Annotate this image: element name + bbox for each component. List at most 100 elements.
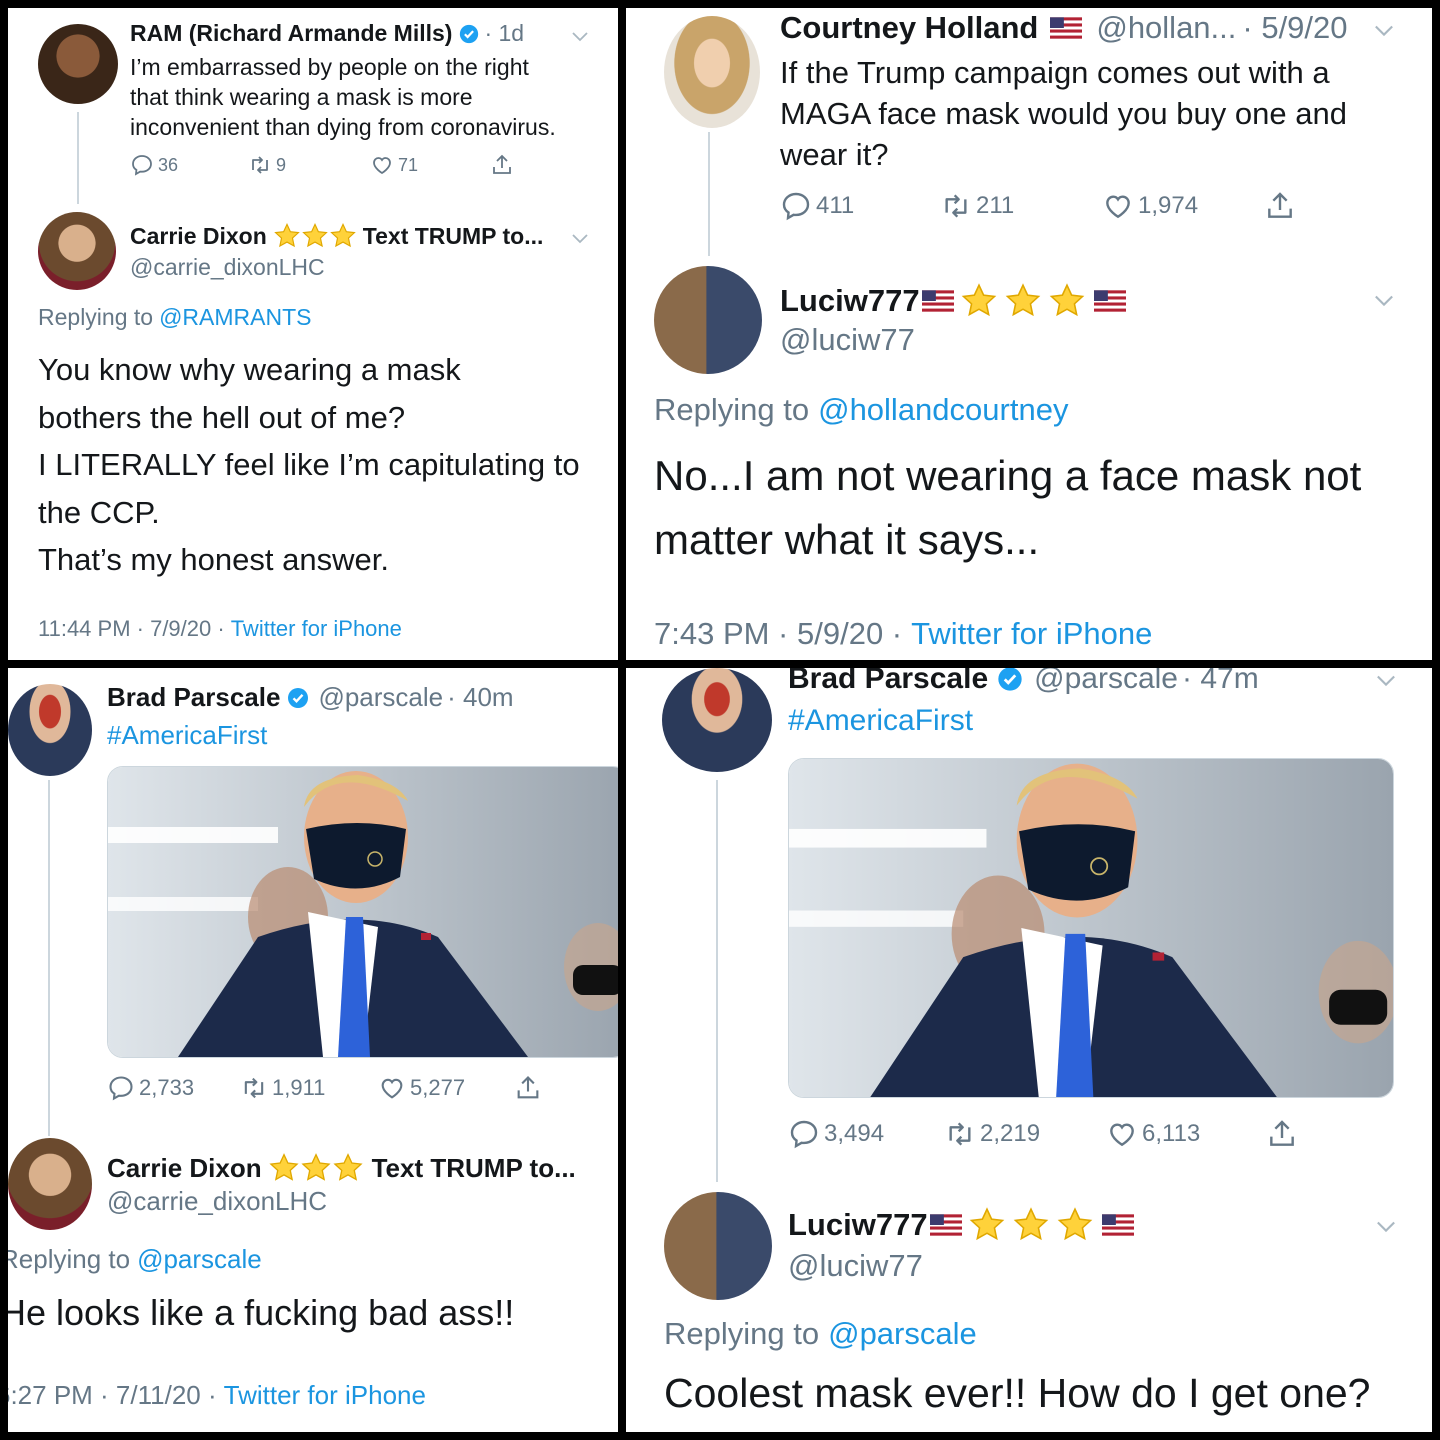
reply-action[interactable]: 3,494 <box>788 1118 884 1150</box>
author-handle[interactable]: @parscale <box>1034 668 1178 696</box>
tweet-time[interactable]: · 40m <box>447 682 513 713</box>
star-icon <box>960 282 998 320</box>
tweet-time[interactable]: · 5/9/20 <box>1242 10 1347 46</box>
reply-author-name[interactable]: Carrie Dixon <box>107 1153 262 1184</box>
reply-header: Luciw777 <box>788 1206 1134 1244</box>
tweet-header: Brad Parscale @parscale · 47m <box>788 668 1259 696</box>
tweet-photo[interactable] <box>788 758 1394 1098</box>
reply-author-name[interactable]: Luciw777 <box>788 1207 928 1243</box>
avatar-carrie[interactable] <box>8 1138 92 1230</box>
thread-line <box>716 780 718 1182</box>
share-icon <box>1264 190 1296 222</box>
author-name[interactable]: Courtney Holland <box>780 10 1038 46</box>
like-icon <box>378 1074 406 1102</box>
like-count: 1,974 <box>1138 192 1199 219</box>
chevron-down-icon[interactable] <box>1370 16 1398 44</box>
reply-source[interactable]: Twitter for iPhone <box>231 616 402 642</box>
replying-to-link[interactable]: @parscale <box>137 1244 262 1275</box>
hashtag-link[interactable]: #AmericaFirst <box>788 704 973 738</box>
reply-handle[interactable]: @carrie_dixonLHC <box>107 1186 327 1217</box>
avatar-courtney[interactable] <box>664 16 760 128</box>
star-icons <box>968 1206 1094 1244</box>
like-icon <box>1102 190 1134 222</box>
chevron-down-icon[interactable] <box>1372 1212 1400 1240</box>
panel-ram-carrie: RAM (Richard Armande Mills) · 1d I’m emb… <box>8 8 618 660</box>
author-name[interactable]: RAM (Richard Armande Mills) <box>130 20 452 47</box>
reply-count: 2,733 <box>139 1075 195 1100</box>
star-icons <box>273 222 357 250</box>
avatar-parscale[interactable] <box>8 684 92 776</box>
avatar-ram[interactable] <box>38 24 118 104</box>
avatar-parscale[interactable] <box>662 668 772 772</box>
tweet-time[interactable]: · 47m <box>1182 668 1259 696</box>
reply-action[interactable]: 411 <box>780 190 854 222</box>
thread-line <box>48 780 50 1136</box>
like-count: 5,277 <box>410 1075 466 1100</box>
reply-count: 3,494 <box>824 1120 885 1147</box>
retweet-action[interactable]: 9 <box>248 153 286 177</box>
reply-author-name[interactable]: Luciw777 <box>780 283 920 319</box>
replying-to-link[interactable]: @hollandcourtney <box>818 392 1068 428</box>
star-icon <box>1012 1206 1050 1244</box>
reply-action[interactable]: 2,733 <box>107 1074 194 1102</box>
like-action[interactable]: 6,113 <box>1106 1118 1200 1150</box>
chevron-down-icon[interactable] <box>1372 668 1400 694</box>
author-name[interactable]: Brad Parscale <box>788 668 988 696</box>
replying-to: Replying to @RAMRANTS <box>38 304 312 331</box>
like-action[interactable]: 5,277 <box>378 1074 465 1102</box>
tweet-time[interactable]: · 1d <box>484 20 524 47</box>
reply-source[interactable]: Twitter for iPhone <box>224 1380 426 1411</box>
replying-to-link[interactable]: @parscale <box>828 1316 977 1352</box>
reply-action[interactable]: 36 <box>130 153 178 177</box>
reply-handle[interactable]: @luciw77 <box>788 1248 923 1284</box>
replying-to-link[interactable]: @RAMRANTS <box>159 304 311 331</box>
chevron-down-icon[interactable] <box>1370 286 1398 314</box>
reply-text: No...I am not wearing a face mask not ma… <box>654 452 1362 563</box>
photo-trump-mask <box>789 759 1393 1097</box>
reply-handle[interactable]: @carrie_dixonLHC <box>130 254 325 281</box>
chevron-down-icon[interactable] <box>568 24 592 48</box>
reply-header: Carrie Dixon Text TRUMP to... <box>130 222 543 250</box>
retweet-count: 2,219 <box>980 1120 1041 1147</box>
hashtag-link[interactable]: #AmericaFirst <box>107 720 267 751</box>
reply-author-suffix: Text TRUMP to... <box>371 1152 576 1183</box>
author-handle[interactable]: @hollan... <box>1096 10 1236 46</box>
thread-line <box>708 132 710 256</box>
share-action[interactable] <box>1264 190 1300 222</box>
share-action[interactable] <box>1266 1118 1302 1150</box>
us-flag-icon <box>1102 1214 1134 1236</box>
retweet-icon <box>940 190 972 222</box>
reply-text: You know why wearing a mask bothers the … <box>38 352 580 577</box>
reply-meta: 11:44 PM · 7/9/20 · Twitter for iPhone <box>38 616 402 642</box>
reply-icon <box>130 153 154 177</box>
chevron-down-icon[interactable] <box>568 226 592 250</box>
share-action[interactable] <box>514 1074 546 1102</box>
us-flag-icon <box>1050 17 1082 39</box>
avatar-luciw[interactable] <box>664 1192 772 1300</box>
thread-line <box>77 112 79 204</box>
like-action[interactable]: 71 <box>370 153 418 177</box>
retweet-count: 1,911 <box>272 1075 326 1100</box>
retweet-action[interactable]: 1,911 <box>240 1074 325 1102</box>
star-icon <box>329 222 357 250</box>
share-action[interactable] <box>490 153 518 177</box>
reply-source[interactable]: Twitter for iPhone <box>911 616 1152 652</box>
like-action[interactable]: 1,974 <box>1102 190 1198 222</box>
reply-author-name[interactable]: Carrie Dixon <box>130 223 267 250</box>
reply-header: Luciw777 <box>780 282 1126 320</box>
tweet-photo[interactable] <box>107 766 618 1058</box>
avatar-luciw[interactable] <box>654 266 762 374</box>
reply-meta: 6:27 PM · 7/11/20 · Twitter for iPhone <box>8 1380 426 1411</box>
author-name[interactable]: Brad Parscale <box>107 682 280 713</box>
retweet-action[interactable]: 211 <box>940 190 1014 222</box>
avatar-carrie[interactable] <box>38 212 116 290</box>
reply-count: 36 <box>158 154 179 175</box>
reply-handle[interactable]: @luciw77 <box>780 322 915 358</box>
author-handle[interactable]: @parscale <box>318 682 443 713</box>
replying-to: Replying to @parscale <box>8 1244 262 1275</box>
star-icon <box>268 1152 300 1184</box>
reply-timestamp: 7:43 PM · 5/9/20 · <box>654 616 903 651</box>
retweet-action[interactable]: 2,219 <box>944 1118 1040 1150</box>
us-flag-icon <box>1094 290 1126 312</box>
tweet-header: RAM (Richard Armande Mills) · 1d <box>130 20 524 47</box>
